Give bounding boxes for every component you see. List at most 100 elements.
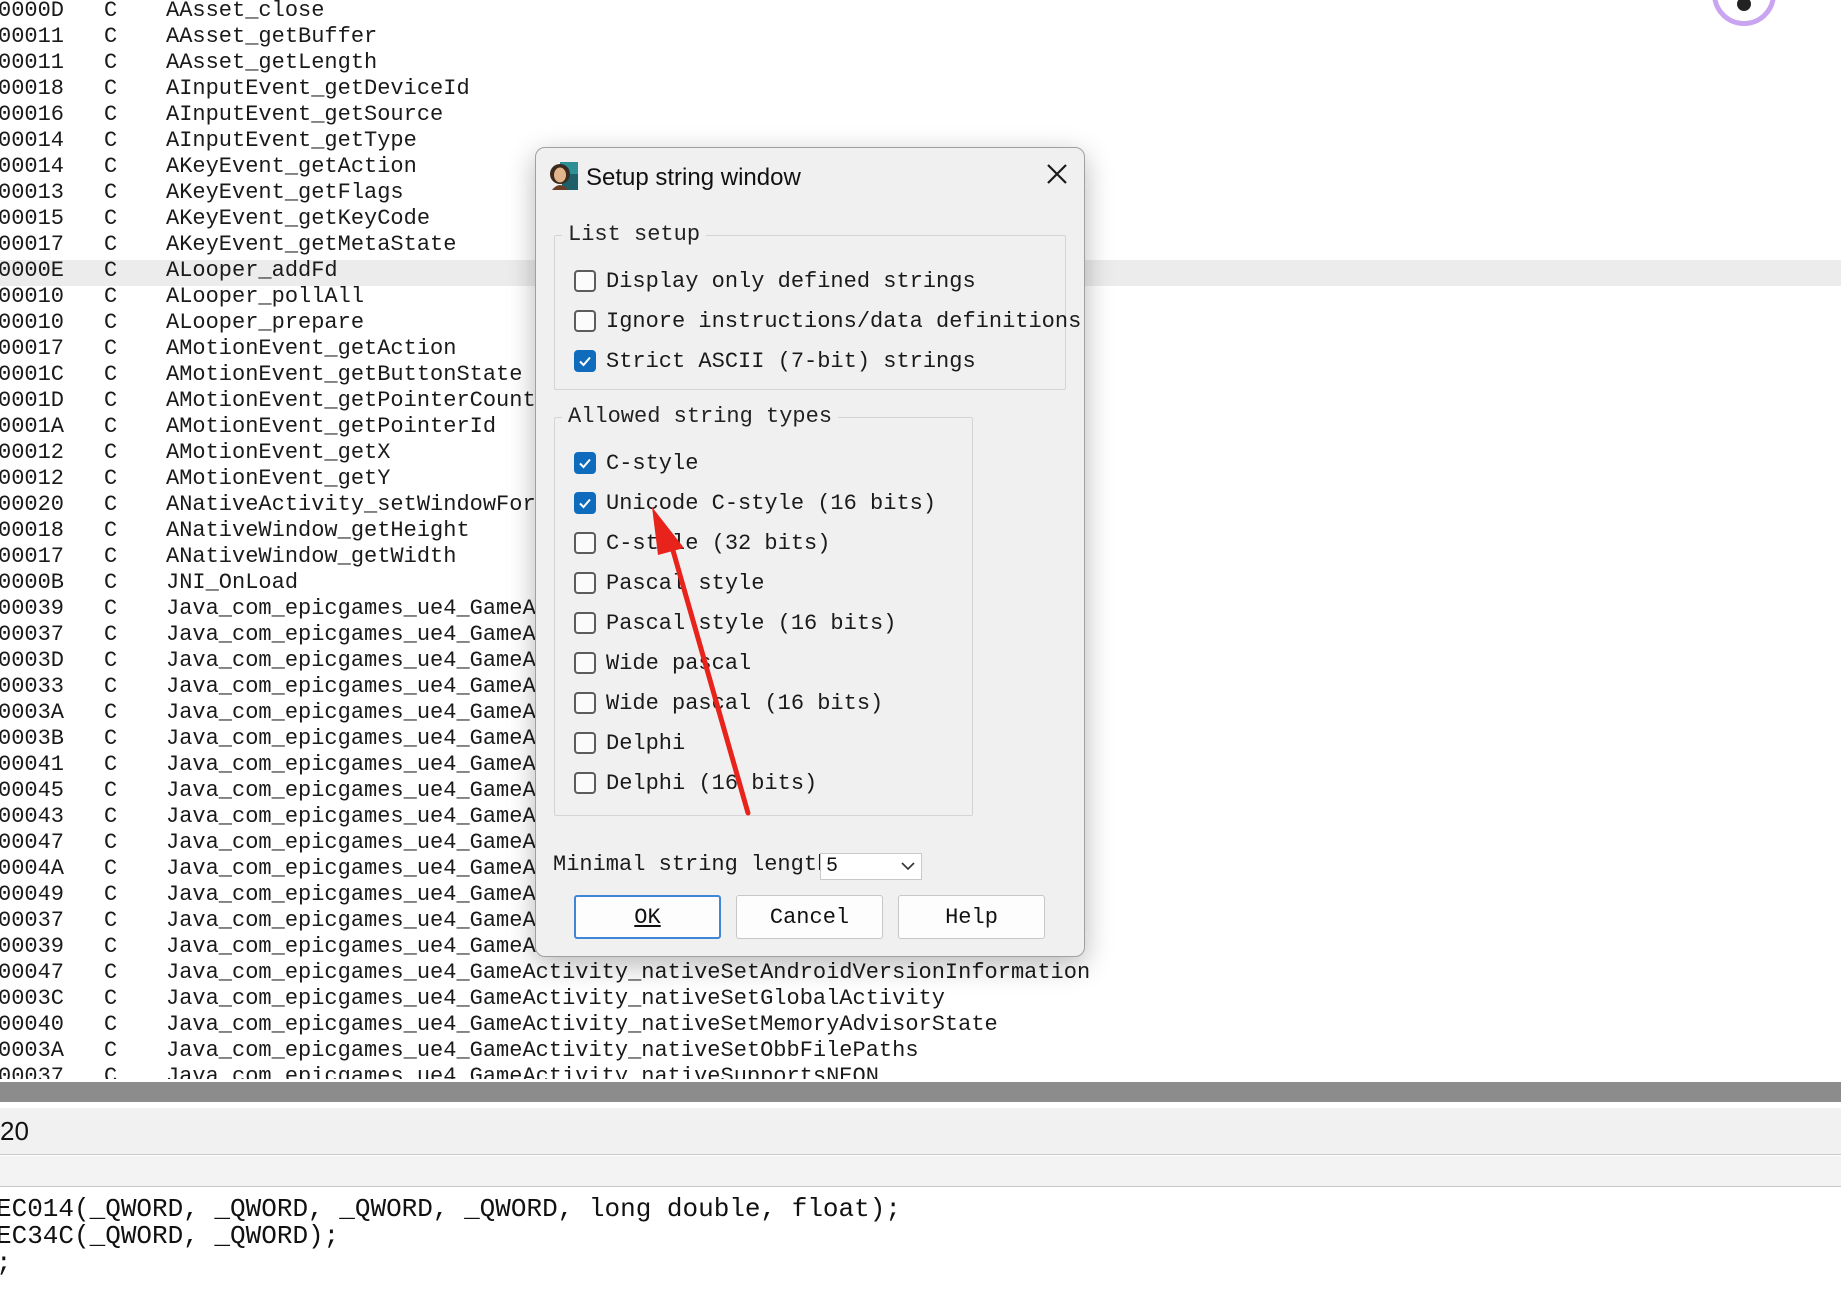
checkbox-box[interactable] xyxy=(574,772,596,794)
list-row[interactable]: 00037 C Java_com_epicgames_ue4_GameActivit… xyxy=(0,1064,1841,1079)
list-row[interactable]: 0003C C Java_com_epicgames_ue4_GameActivit… xyxy=(0,986,1841,1014)
row-function-name: JNI_OnLoad xyxy=(166,570,299,595)
row-type: C xyxy=(104,24,118,49)
row-function-name: AInputEvent_getDeviceId xyxy=(166,76,470,101)
row-length: 00018 xyxy=(0,76,65,101)
row-length: 0003A xyxy=(0,700,65,725)
row-length: 0000E xyxy=(0,258,65,283)
pascal-style-checkbox[interactable]: Pascal style xyxy=(574,567,764,599)
status-text: 20 xyxy=(0,1116,29,1146)
unicode-c-style-checkbox[interactable]: Unicode C-style (16 bits) xyxy=(574,487,936,519)
row-length: 00045 xyxy=(0,778,65,803)
row-function-name: ALooper_prepare xyxy=(166,310,365,335)
wide-pascal-checkbox[interactable]: Wide pascal xyxy=(574,647,751,679)
list-row[interactable]: 0003A C Java_com_epicgames_ue4_GameActivit… xyxy=(0,1038,1841,1066)
row-type: C xyxy=(104,154,118,179)
checkbox-box[interactable] xyxy=(574,732,596,754)
row-type: C xyxy=(104,1038,118,1063)
code-line: EC014(_QWORD, _QWORD, _QWORD, _QWORD, lo… xyxy=(0,1194,901,1224)
row-length: 00010 xyxy=(0,310,65,335)
row-function-name: ALooper_pollAll xyxy=(166,284,365,309)
list-row[interactable]: 00011 C AAsset_getBuffer xyxy=(0,24,1841,52)
row-function-name: AMotionEvent_getPointerCount xyxy=(166,388,536,413)
checkbox-box[interactable] xyxy=(574,310,596,332)
row-type: C xyxy=(104,76,118,101)
row-length: 00037 xyxy=(0,908,65,933)
row-type: C xyxy=(104,310,118,335)
row-length: 00018 xyxy=(0,518,65,543)
checkbox-box[interactable] xyxy=(574,350,596,372)
checkbox-box[interactable] xyxy=(574,452,596,474)
checkbox-box[interactable] xyxy=(574,572,596,594)
list-row[interactable]: 00016 C AInputEvent_getSource xyxy=(0,102,1841,130)
row-type: C xyxy=(104,440,118,465)
ignore-instructions-checkbox[interactable]: Ignore instructions/data definitions xyxy=(574,305,1081,337)
list-row[interactable]: 00040 C Java_com_epicgames_ue4_GameActivit… xyxy=(0,1012,1841,1040)
list-row[interactable]: 00011 C AAsset_getLength xyxy=(0,50,1841,78)
row-function-name: AInputEvent_getSource xyxy=(166,102,444,127)
row-function-name: AInputEvent_getType xyxy=(166,128,417,153)
row-function-name: AMotionEvent_getX xyxy=(166,440,391,465)
row-type: C xyxy=(104,622,118,647)
list-row[interactable]: 0000D C AAsset_close xyxy=(0,0,1841,26)
list-row[interactable]: 00018 C AInputEvent_getDeviceId xyxy=(0,76,1841,104)
status-bar: 20 xyxy=(0,1108,1841,1155)
cancel-button-label: Cancel xyxy=(769,904,850,930)
row-length: 00017 xyxy=(0,544,65,569)
row-type: C xyxy=(104,258,118,283)
checkbox-box[interactable] xyxy=(574,692,596,714)
row-length: 00014 xyxy=(0,154,65,179)
row-type: C xyxy=(104,180,118,205)
wide-pascal-16-checkbox[interactable]: Wide pascal (16 bits) xyxy=(574,687,883,719)
checkbox-box[interactable] xyxy=(574,492,596,514)
row-type: C xyxy=(104,1064,118,1079)
checkbox-box[interactable] xyxy=(574,270,596,292)
row-length: 00013 xyxy=(0,180,65,205)
row-length: 00011 xyxy=(0,50,65,75)
c-style-checkbox[interactable]: C-style xyxy=(574,447,698,479)
help-button-label: Help xyxy=(945,904,998,930)
row-function-name: Java_com_epicgames_ue4_GameActi xyxy=(166,726,576,751)
row-length: 00039 xyxy=(0,596,65,621)
help-button[interactable]: Help xyxy=(898,895,1045,939)
dialog-titlebar[interactable]: Setup string window xyxy=(536,148,1084,204)
row-function-name: Java_com_epicgames_ue4_GameActi xyxy=(166,882,576,907)
row-type: C xyxy=(104,700,118,725)
row-length: 00039 xyxy=(0,934,65,959)
row-type: C xyxy=(104,986,118,1011)
ida-app-icon xyxy=(548,160,580,192)
row-function-name: Java_com_epicgames_ue4_GameActivity_nati… xyxy=(166,1012,998,1037)
list-row[interactable]: 00047 C Java_com_epicgames_ue4_GameActivit… xyxy=(0,960,1841,988)
row-function-name: AAsset_close xyxy=(166,0,325,23)
row-type: C xyxy=(104,102,118,127)
row-function-name: Java_com_epicgames_ue4_GameActi xyxy=(166,752,576,777)
pascal-style-16-checkbox[interactable]: Pascal style (16 bits) xyxy=(574,607,896,639)
display-only-defined-strings-checkbox[interactable]: Display only defined strings xyxy=(574,265,976,297)
checkbox-box[interactable] xyxy=(574,612,596,634)
row-type: C xyxy=(104,570,118,595)
ok-button[interactable]: OK xyxy=(574,895,721,939)
row-length: 00014 xyxy=(0,128,65,153)
checkbox-box[interactable] xyxy=(574,532,596,554)
dialog-title: Setup string window xyxy=(586,164,801,191)
delphi-16-checkbox[interactable]: Delphi (16 bits) xyxy=(574,767,817,799)
row-type: C xyxy=(104,492,118,517)
row-length: 0003C xyxy=(0,986,65,1011)
strict-ascii-checkbox[interactable]: Strict ASCII (7-bit) strings xyxy=(574,345,976,377)
close-button[interactable] xyxy=(1034,154,1080,194)
delphi-checkbox[interactable]: Delphi xyxy=(574,727,685,759)
c-style-32-checkbox[interactable]: C-style (32 bits) xyxy=(574,527,830,559)
cancel-button[interactable]: Cancel xyxy=(736,895,883,939)
horizontal-splitter[interactable] xyxy=(0,1082,1841,1102)
row-type: C xyxy=(104,284,118,309)
checkbox-label: Display only defined strings xyxy=(606,268,976,294)
checkbox-label: Strict ASCII (7-bit) strings xyxy=(606,348,976,374)
checkmark-icon xyxy=(579,498,591,509)
checkbox-box[interactable] xyxy=(574,652,596,674)
row-type: C xyxy=(104,960,118,985)
row-type: C xyxy=(104,388,118,413)
min-length-select[interactable]: 5 xyxy=(820,853,922,880)
row-type: C xyxy=(104,50,118,75)
allowed-string-types-legend: Allowed string types xyxy=(562,404,839,429)
row-length: 00037 xyxy=(0,622,65,647)
